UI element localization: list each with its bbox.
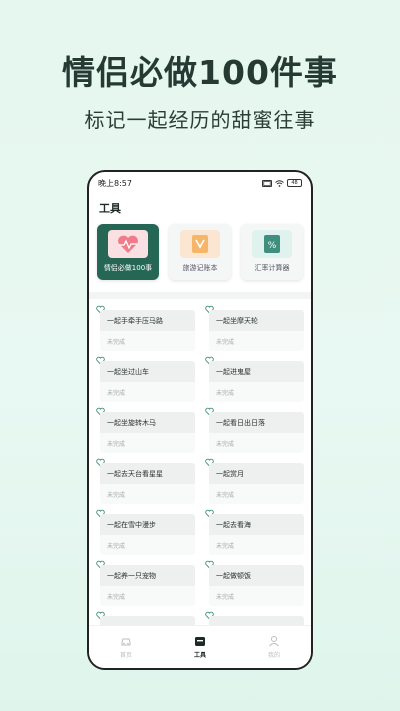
divider	[89, 292, 311, 299]
tab-label: 工具	[193, 652, 206, 659]
heart-pulse-icon	[108, 230, 148, 258]
items-list: 一起手牵手压马路 未完成 一起坐摩天轮 未完成 一起坐过山车 未完成 一起进鬼屋…	[89, 299, 311, 633]
tool-label: 旅游记账本	[182, 264, 218, 272]
item-title: 一起进鬼屋	[216, 368, 251, 376]
item-status: 未完成	[216, 339, 235, 346]
calculator-icon: %	[252, 230, 292, 258]
list-item[interactable]: 一起坐摩天轮 未完成	[205, 305, 304, 351]
book-v-icon	[180, 230, 220, 258]
list-item[interactable]: 一起坐过山车 未完成	[96, 356, 195, 402]
status-bar: 晚上8:57 48	[89, 172, 311, 194]
item-title: 一起看日出日落	[216, 419, 265, 427]
promo-subtitle: 标记一起经历的甜蜜往事	[84, 108, 316, 132]
item-card: 一起看日出日落 未完成	[209, 412, 304, 453]
tab-tools[interactable]: 工具	[175, 635, 225, 659]
tool-row: 情侣必做100事 旅游记账本 % 汇率计算器	[89, 216, 311, 280]
tool-card-travel-ledger[interactable]: 旅游记账本	[169, 224, 231, 280]
item-title: 一起手牵手压马路	[107, 317, 163, 325]
list-item[interactable]: 一起赏月 未完成	[205, 458, 304, 504]
list-item[interactable]: 一起去天台看星星 未完成	[96, 458, 195, 504]
item-title: 一起做顿饭	[216, 572, 251, 580]
svg-text:%: %	[268, 241, 277, 251]
phone-frame: 晚上8:57 48 工具 情侣必做100事 旅游记账本 % 汇率计算器 一起手牵…	[87, 170, 313, 670]
list-item[interactable]: 一起做顿饭 未完成	[205, 560, 304, 606]
tab-label: 我的	[267, 652, 280, 659]
item-card: 一起赏月 未完成	[209, 463, 304, 504]
item-card: 一起坐过山车 未完成	[100, 361, 195, 402]
list-item[interactable]: 一起手牵手压马路 未完成	[96, 305, 195, 351]
item-status: 未完成	[216, 390, 235, 397]
car-icon	[121, 638, 131, 646]
toolbox-icon	[195, 637, 205, 646]
item-title: 一起去天台看星星	[107, 470, 163, 478]
list-item[interactable]: 一起进鬼屋 未完成	[205, 356, 304, 402]
item-status: 未完成	[216, 441, 235, 448]
item-title: 一起养一只宠物	[107, 572, 156, 580]
item-card: 一起坐摩天轮 未完成	[209, 310, 304, 351]
tool-card-exchange-calc[interactable]: % 汇率计算器	[241, 224, 303, 280]
list-item[interactable]: 一起去看海 未完成	[205, 509, 304, 555]
item-card: 一起手牵手压马路 未完成	[100, 310, 195, 351]
promo-title: 情侣必做100件事	[62, 53, 338, 92]
section-title: 工具	[99, 202, 121, 215]
tab-bar: 首页 工具 我的	[89, 625, 311, 668]
item-status: 未完成	[216, 543, 235, 550]
item-card: 一起进鬼屋 未完成	[209, 361, 304, 402]
status-icons: 48	[262, 179, 302, 187]
tool-label: 汇率计算器	[254, 264, 290, 272]
item-card: 一起坐旋转木马 未完成	[100, 412, 195, 453]
item-card: 一起在雪中漫步 未完成	[100, 514, 195, 555]
tool-card-couple-100[interactable]: 情侣必做100事	[97, 224, 159, 280]
item-status: 未完成	[107, 441, 126, 448]
item-card: 一起去天台看星星 未完成	[100, 463, 195, 504]
list-item[interactable]: 一起在雪中漫步 未完成	[96, 509, 195, 555]
item-title: 一起坐过山车	[107, 368, 149, 376]
status-time: 晚上8:57	[98, 178, 132, 188]
item-status: 未完成	[216, 492, 235, 499]
tab-home[interactable]: 首页	[101, 635, 151, 659]
item-status: 未完成	[107, 339, 126, 346]
item-status: 未完成	[107, 543, 126, 550]
item-title: 一起在雪中漫步	[107, 521, 156, 529]
item-status: 未完成	[216, 594, 235, 601]
item-title: 一起赏月	[216, 470, 244, 478]
battery-icon: 48	[287, 179, 302, 187]
list-item[interactable]: 一起坐旋转木马 未完成	[96, 407, 195, 453]
item-card: 一起做顿饭 未完成	[209, 565, 304, 606]
wifi-icon	[275, 179, 284, 187]
tab-label: 首页	[119, 652, 132, 659]
item-status: 未完成	[107, 492, 126, 499]
item-title: 一起去看海	[216, 521, 251, 529]
list-item[interactable]: 一起看日出日落 未完成	[205, 407, 304, 453]
list-item[interactable]: 一起养一只宠物 未完成	[96, 560, 195, 606]
item-status: 未完成	[107, 390, 126, 397]
item-title: 一起坐旋转木马	[107, 419, 156, 427]
screen-record-icon	[262, 179, 272, 187]
item-status: 未完成	[107, 594, 126, 601]
item-card: 一起养一只宠物 未完成	[100, 565, 195, 606]
item-title: 一起坐摩天轮	[216, 317, 258, 325]
user-icon	[269, 636, 279, 647]
tab-profile[interactable]: 我的	[249, 635, 299, 659]
item-card: 一起去看海 未完成	[209, 514, 304, 555]
tool-label: 情侣必做100事	[103, 264, 153, 272]
